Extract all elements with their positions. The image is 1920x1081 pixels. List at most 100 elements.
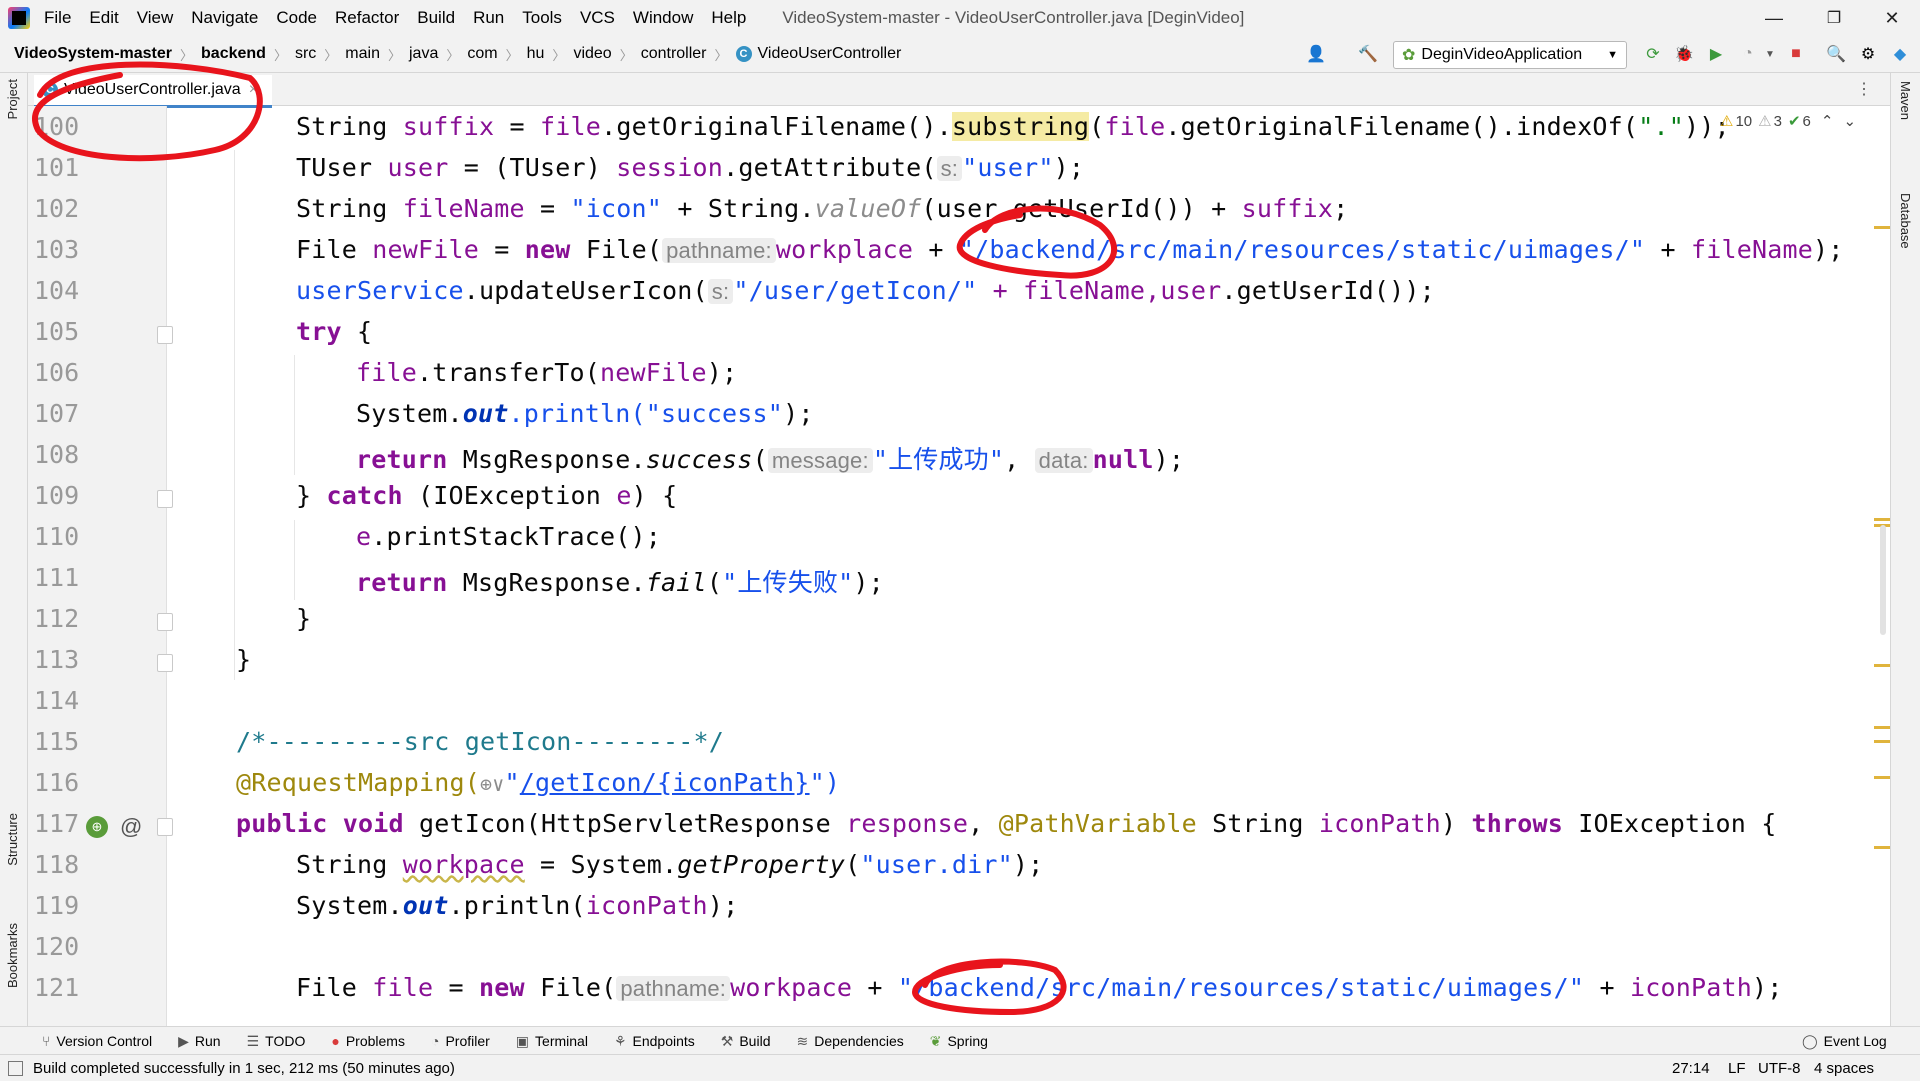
code-line-101[interactable]: TUser user = (TUser) session.getAttribut… [296,153,1084,182]
breadcrumb-class[interactable]: VideoUserController [758,45,902,63]
breadcrumb-hu[interactable]: hu [527,45,545,63]
globe-icon[interactable]: ⊕∨ [480,772,504,796]
rerun-icon[interactable]: ⟳ [1643,44,1663,64]
scrollbar-warning-mark[interactable] [1874,726,1890,729]
menu-help[interactable]: Help [711,6,746,30]
more-run-icon[interactable]: ▼ [1760,44,1780,64]
version-control-tool[interactable]: ⑂ Version Control [42,1033,152,1049]
code-line-104[interactable]: userService.updateUserIcon(s: "/user/getI… [296,276,1435,305]
breadcrumb-project[interactable]: VideoSystem-master [14,45,172,63]
code-line-116[interactable]: @RequestMapping(⊕∨"/getIcon/{iconPath}") [236,768,840,797]
user-icon[interactable]: 👤 [1306,44,1326,64]
scrollbar-warning-mark[interactable] [1874,664,1890,667]
todo-tool[interactable]: ☰ TODO [247,1033,306,1050]
spring-tool[interactable]: ❦ Spring [930,1033,988,1050]
menu-edit[interactable]: Edit [89,6,118,30]
line-separator[interactable]: LF [1728,1060,1746,1077]
file-encoding[interactable]: UTF-8 [1758,1060,1801,1077]
breadcrumb-java[interactable]: java [409,45,438,63]
code-line-113[interactable]: } [236,645,251,674]
fold-marker-icon[interactable] [157,490,173,508]
previous-highlight-icon[interactable]: ⌃ [1821,112,1834,130]
editor-scrollbar-thumb[interactable] [1880,525,1886,635]
scrollbar-warning-mark[interactable] [1874,226,1890,229]
code-line-107[interactable]: System.out.println("success"); [356,399,814,428]
endpoint-icon[interactable]: ⊕ [86,816,108,838]
caret-position[interactable]: 27:14 [1672,1060,1710,1077]
breadcrumb-controller[interactable]: controller [641,45,707,63]
fold-marker-icon[interactable] [157,654,173,672]
fold-marker-icon[interactable] [157,818,173,836]
more-options-icon[interactable]: ⋮ [1856,79,1872,99]
menu-refactor[interactable]: Refactor [335,6,399,30]
search-icon[interactable]: 🔍 [1826,44,1846,64]
terminal-tool[interactable]: ▣ Terminal [516,1033,588,1050]
breadcrumb-backend[interactable]: backend [201,45,266,63]
inspection-widget[interactable]: ⚠ 10 ⚠ 3 ✔ 6 ⌃ ⌄ [1720,112,1856,131]
fold-marker-icon[interactable] [157,613,173,631]
close-window-button[interactable]: ✕ [1864,0,1920,36]
breadcrumb-src[interactable]: src [295,45,316,63]
minimize-button[interactable]: — [1746,0,1802,36]
maven-tool-button[interactable]: Maven [1898,81,1913,120]
debug-icon[interactable]: 🐞 [1674,44,1694,64]
scrollbar-warning-mark[interactable] [1874,740,1890,743]
code-line-115[interactable]: /*---------src getIcon--------*/ [236,727,724,756]
project-tool-button[interactable]: Project [5,79,20,119]
restore-button[interactable]: ❐ [1806,0,1862,36]
tab-close-icon[interactable]: × [249,81,258,99]
code-line-108[interactable]: return MsgResponse.success(message: "上传成功… [356,440,1184,476]
bookmarks-tool-button[interactable]: Bookmarks [5,923,20,988]
code-line-118[interactable]: String workpace = System.getProperty("us… [296,850,1043,879]
problems-tool[interactable]: ● Problems [331,1033,405,1049]
toolbox-icon[interactable]: ◆ [1890,44,1910,64]
scrollbar-warning-mark[interactable] [1874,518,1890,521]
code-line-111[interactable]: return MsgResponse.fail("上传失败"); [356,563,884,599]
code-line-102[interactable]: String fileName = "icon" + String.valueO… [296,194,1348,223]
menu-navigate[interactable]: Navigate [191,6,258,30]
code-line-103[interactable]: File newFile = new File(pathname: workpla… [296,235,1843,264]
code-line-117[interactable]: public void getIcon(HttpServletResponse … [236,809,1777,838]
code-line-121[interactable]: File file = new File(pathname: workpace +… [296,973,1782,1002]
gear-icon[interactable]: ⚙ [1858,44,1878,64]
code-line-110[interactable]: e.printStackTrace(); [356,522,661,551]
coverage-icon[interactable]: ▶ [1706,44,1726,64]
scrollbar-warning-mark[interactable] [1874,776,1890,779]
fold-marker-icon[interactable] [157,326,173,344]
menu-window[interactable]: Window [633,6,693,30]
code-line-112[interactable]: } [296,604,311,633]
code-line-109[interactable]: } catch (IOException e) { [296,481,677,510]
code-line-106[interactable]: file.transferTo(newFile); [356,358,737,387]
status-message[interactable]: Build completed successfully in 1 sec, 2… [33,1060,455,1077]
menu-view[interactable]: View [137,6,174,30]
run-tool[interactable]: ▶ Run [178,1033,220,1050]
tab-videousercontroller[interactable]: C VideoUserController.java × [34,75,272,108]
next-highlight-icon[interactable]: ⌄ [1843,112,1856,130]
code-line-105[interactable]: try { [296,317,372,346]
run-configuration-select[interactable]: ✿ DeginVideoApplication ▼ [1393,41,1627,69]
menu-code[interactable]: Code [276,6,317,30]
indent-setting[interactable]: 4 spaces [1814,1060,1874,1077]
build-tool[interactable]: ⚒ Build [721,1033,771,1050]
structure-tool-button[interactable]: Structure [5,813,20,866]
menu-run[interactable]: Run [473,6,504,30]
breadcrumb-com[interactable]: com [467,45,497,63]
stop-icon[interactable]: ■ [1786,44,1806,64]
tool-windows-toggle-icon[interactable] [8,1060,23,1076]
event-log-tool[interactable]: ◯ Event Log [1802,1033,1887,1050]
hammer-build-icon[interactable]: 🔨 [1358,44,1378,64]
code-line-119[interactable]: System.out.println(iconPath); [296,891,738,920]
code-line-100[interactable]: String suffix = file.getOriginalFilename… [296,112,1730,141]
breadcrumb-main[interactable]: main [345,45,380,63]
menu-tools[interactable]: Tools [522,6,562,30]
profiler-tool[interactable]: ◔ Profiler [431,1033,490,1049]
scrollbar-warning-mark[interactable] [1874,846,1890,849]
menu-build[interactable]: Build [417,6,455,30]
endpoints-tool[interactable]: ⚘ Endpoints [614,1033,695,1050]
database-tool-button[interactable]: Database [1898,193,1913,249]
annotation-at-icon[interactable]: @ [120,814,142,840]
profile-icon[interactable]: ◔ [1738,44,1758,64]
breadcrumb-video[interactable]: video [573,45,611,63]
menu-file[interactable]: File [44,6,71,30]
dependencies-tool[interactable]: ≋ Dependencies [796,1033,903,1050]
